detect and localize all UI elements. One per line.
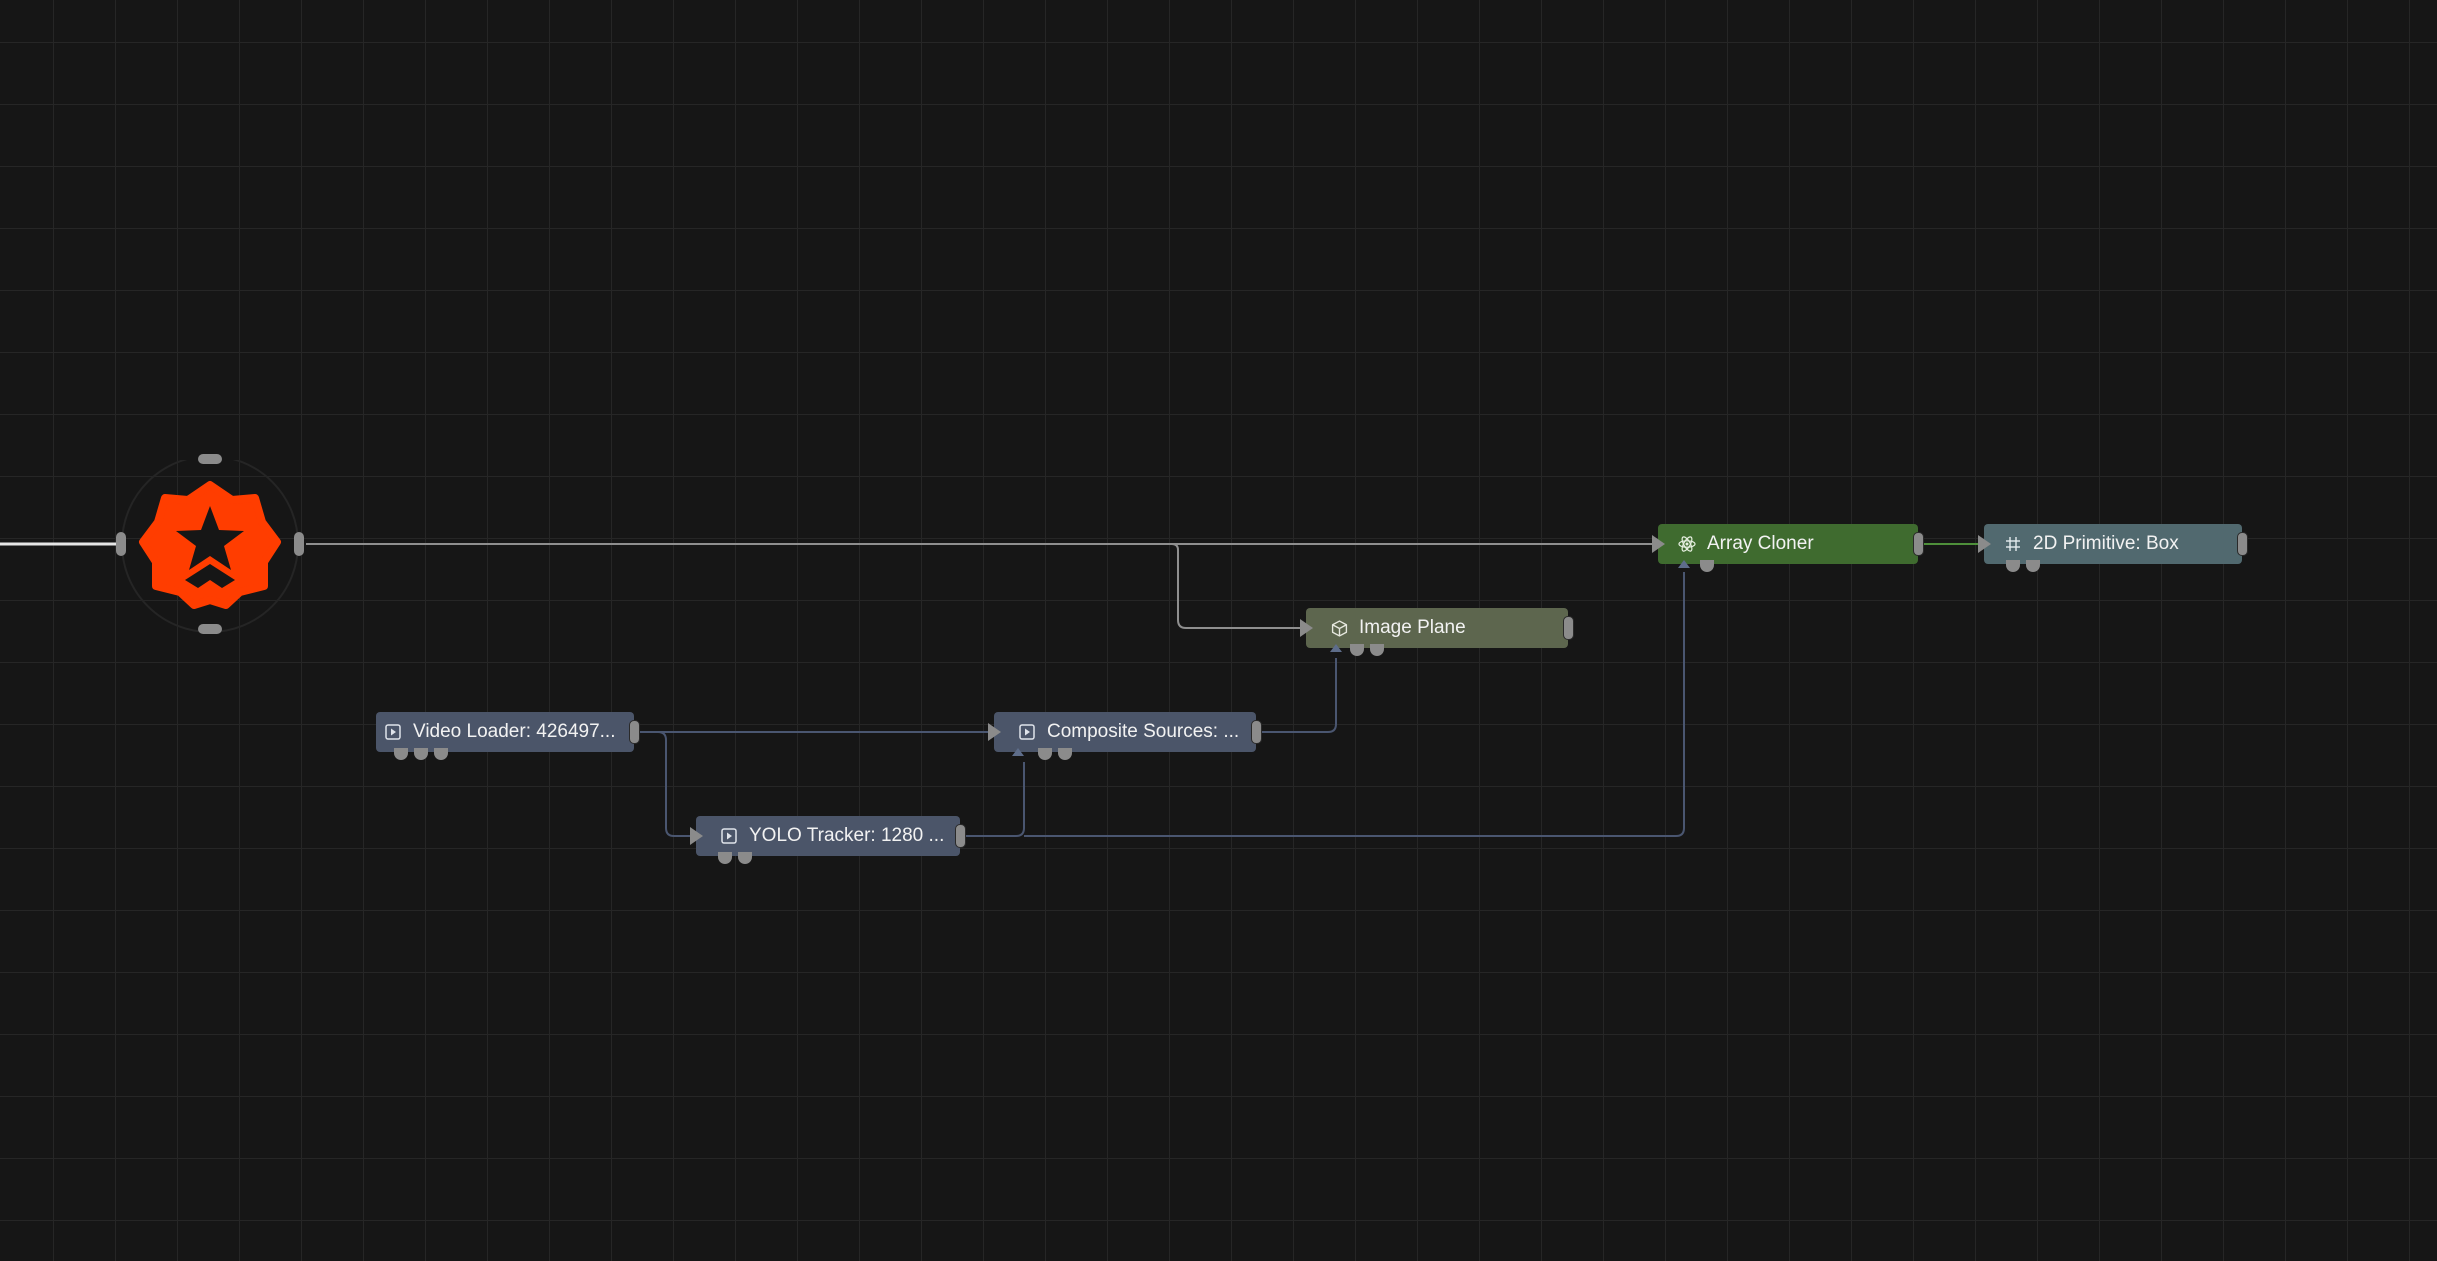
brand-star-gear-icon bbox=[121, 460, 299, 633]
hash-grid-icon bbox=[2004, 535, 2022, 553]
composite-sources-label: Composite Sources: ... bbox=[1047, 721, 1240, 742]
array-cloner-label: Array Cloner bbox=[1707, 533, 1814, 554]
logo-port-out[interactable] bbox=[294, 532, 304, 556]
image-plane-input-port[interactable] bbox=[1300, 619, 1313, 637]
wire-video-to-yolo bbox=[640, 731, 696, 837]
composite-sources-input-port[interactable] bbox=[988, 723, 1001, 741]
yolo-tracker-node[interactable]: YOLO Tracker: 1280 ... bbox=[690, 816, 966, 864]
play-square-icon bbox=[1018, 723, 1036, 741]
primitive-box-output-port[interactable] bbox=[2237, 532, 2248, 556]
image-plane-output-port[interactable] bbox=[1563, 616, 1574, 640]
yolo-tracker-input-port[interactable] bbox=[690, 827, 703, 845]
node-graph-canvas[interactable]: Video Loader: 426497... YOLO Tracker: 12… bbox=[0, 0, 2437, 1261]
yolo-tracker-label: YOLO Tracker: 1280 ... bbox=[749, 825, 945, 846]
yolo-tracker-output-port[interactable] bbox=[955, 824, 966, 848]
logo-port-in[interactable] bbox=[116, 532, 126, 556]
primitive-box-input-port[interactable] bbox=[1978, 535, 1991, 553]
play-square-icon bbox=[384, 723, 402, 741]
connection-wires bbox=[0, 542, 1984, 837]
logo-port-top[interactable] bbox=[198, 454, 222, 464]
image-plane-node[interactable]: Image Plane bbox=[1300, 608, 1574, 656]
image-plane-label: Image Plane bbox=[1359, 617, 1466, 638]
primitive-box-label: 2D Primitive: Box bbox=[2033, 533, 2179, 554]
image-plane-connector-pin bbox=[1330, 644, 1342, 652]
primitive-box-node[interactable]: 2D Primitive: Box bbox=[1978, 524, 2248, 572]
atom-icon bbox=[1678, 535, 1696, 553]
composite-sources-node[interactable]: Composite Sources: ... bbox=[988, 712, 1262, 760]
logo-port-bottom[interactable] bbox=[198, 624, 222, 634]
play-square-icon bbox=[720, 827, 738, 845]
array-cloner-input-port[interactable] bbox=[1652, 535, 1665, 553]
array-cloner-node[interactable]: Array Cloner bbox=[1652, 524, 1924, 572]
video-loader-node[interactable]: Video Loader: 426497... bbox=[376, 712, 640, 760]
wire-composite-to-image-plane bbox=[1258, 658, 1337, 733]
video-loader-label: Video Loader: 426497... bbox=[413, 721, 616, 742]
logo-node[interactable] bbox=[116, 454, 304, 640]
cube-icon bbox=[1330, 619, 1348, 637]
composite-sources-output-port[interactable] bbox=[1251, 720, 1262, 744]
wire-logo-to-image-plane bbox=[1170, 543, 1306, 629]
array-cloner-connector-pin bbox=[1678, 560, 1690, 568]
video-loader-output-port[interactable] bbox=[629, 720, 640, 744]
array-cloner-output-port[interactable] bbox=[1913, 532, 1924, 556]
wire-yolo-to-composite bbox=[962, 762, 1025, 837]
composite-sources-connector-pin bbox=[1012, 748, 1024, 756]
